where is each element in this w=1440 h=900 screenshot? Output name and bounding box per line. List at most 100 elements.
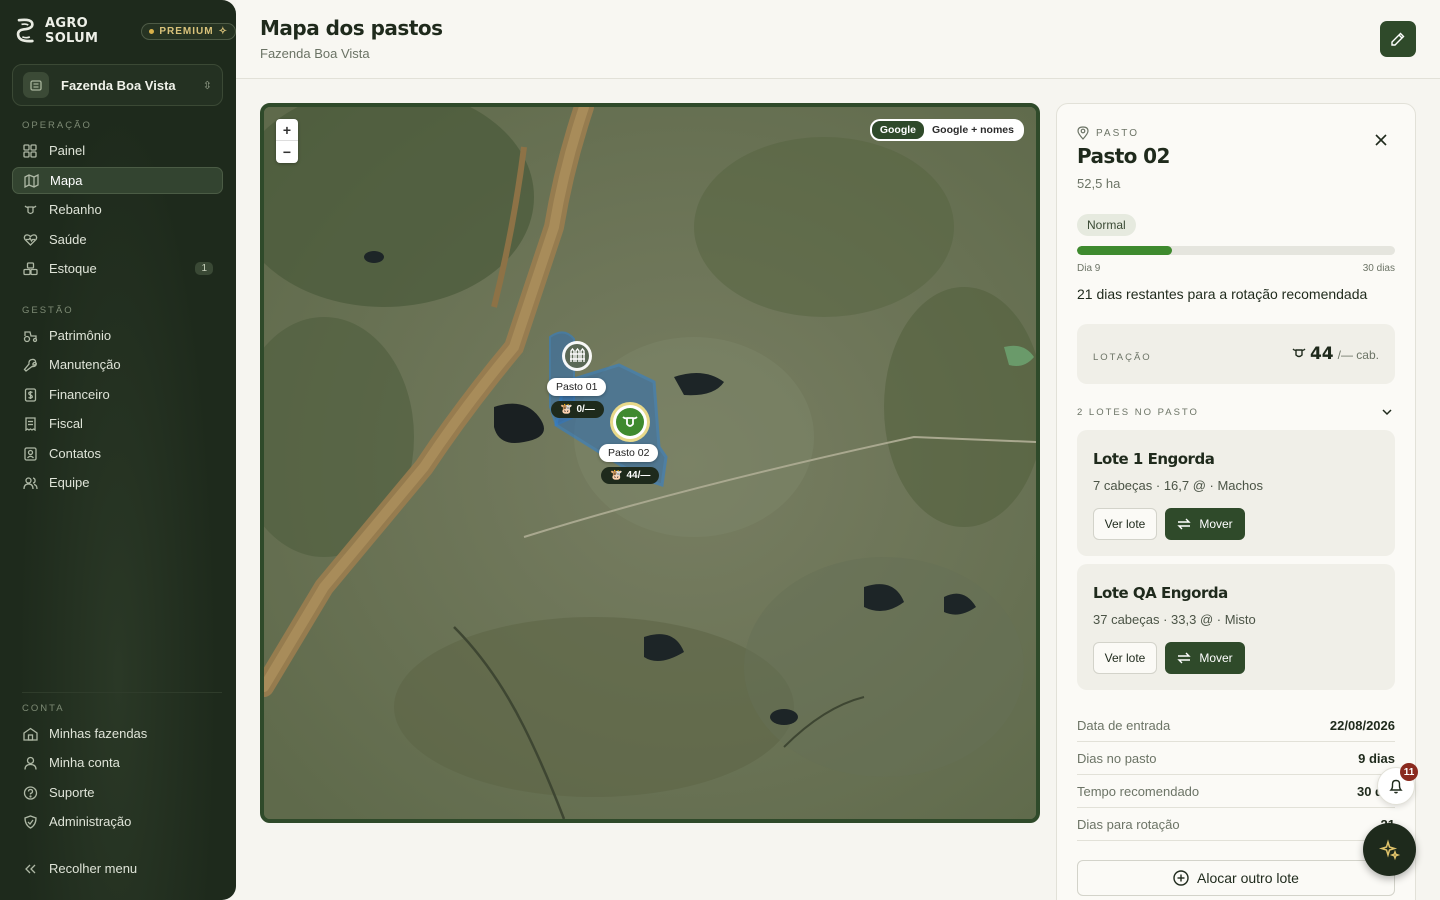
- lotes-section-label: 2 LOTES NO PASTO: [1077, 407, 1199, 418]
- sidebar-item-label: Contatos: [49, 446, 102, 461]
- page-title: Mapa dos pastos: [260, 16, 443, 40]
- users-icon: [22, 475, 38, 491]
- move-lote-button[interactable]: Mover: [1165, 508, 1245, 540]
- sidebar-item-label: Minha conta: [49, 755, 120, 770]
- map-pin-icon: [1077, 126, 1089, 140]
- lotes-section-header[interactable]: 2 LOTES NO PASTO: [1077, 407, 1395, 418]
- sidebar-item-label: Manutenção: [49, 357, 121, 372]
- allocate-lote-button[interactable]: Alocar outro lote: [1077, 860, 1395, 896]
- zoom-control: + −: [276, 119, 298, 163]
- contact-book-icon: [22, 446, 38, 462]
- brand[interactable]: AGRO SOLUM PREMIUM ✧: [14, 14, 236, 48]
- pasture-marker-pasto-02[interactable]: [609, 401, 651, 448]
- collapse-menu-button[interactable]: Recolher menu: [12, 855, 223, 882]
- pasture-count-value: 0/—: [576, 404, 595, 415]
- detail-key: Tempo recomendado: [1077, 783, 1200, 799]
- lote-name: Lote 1 Engorda: [1093, 450, 1215, 468]
- pasture-label: Pasto 01: [547, 378, 607, 396]
- collapse-menu-label: Recolher menu: [49, 861, 138, 876]
- view-lote-button[interactable]: Ver lote: [1093, 508, 1157, 540]
- sidebar-item-patrimonio[interactable]: Patrimônio: [12, 322, 223, 349]
- sidebar-item-minha-conta[interactable]: Minha conta: [12, 749, 223, 776]
- sidebar-item-manutencao[interactable]: Manutenção: [12, 351, 223, 378]
- chevron-updown-icon: ⇳: [202, 79, 212, 92]
- detail-key: Data de entrada: [1077, 717, 1171, 733]
- boxes-icon: [22, 261, 38, 277]
- sidebar-item-label: Equipe: [49, 475, 90, 490]
- lotacao-label: LOTAÇÃO: [1093, 352, 1152, 363]
- pasture-label: Pasto 02: [599, 444, 659, 462]
- layer-google-names-button[interactable]: Google + nomes: [924, 121, 1022, 139]
- zoom-in-button[interactable]: +: [276, 119, 298, 141]
- sidebar-item-label: Mapa: [50, 173, 83, 188]
- plus-circle-icon: [1173, 870, 1189, 886]
- sidebar-item-label: Suporte: [49, 785, 95, 800]
- satellite-imagery[interactable]: [264, 107, 1036, 819]
- notification-count-badge: 11: [1400, 763, 1418, 781]
- sidebar-item-painel[interactable]: Painel: [12, 137, 223, 164]
- pasture-detail-panel: PASTO Pasto 02 52,5 ha Normal Dia 9 30 d…: [1056, 103, 1416, 900]
- move-lote-label: Mover: [1199, 517, 1233, 531]
- lotacao-card: LOTAÇÃO 44 /— cab.: [1077, 324, 1395, 384]
- ai-assistant-button[interactable]: [1363, 823, 1416, 876]
- sidebar-item-rebanho[interactable]: Rebanho: [12, 196, 223, 223]
- premium-dot-icon: [149, 28, 155, 34]
- sidebar-item-minhas-fazendas[interactable]: Minhas fazendas: [12, 720, 223, 747]
- sidebar-item-equipe[interactable]: Equipe: [12, 469, 223, 496]
- fence-icon: [562, 341, 592, 371]
- lote-info: 37 cabeças · 33,3 @ · Misto: [1093, 612, 1256, 627]
- tractor-icon: [22, 328, 38, 344]
- sidebar-item-estoque[interactable]: Estoque 1: [12, 255, 223, 282]
- sidebar-item-mapa[interactable]: Mapa: [12, 167, 223, 194]
- swap-icon: [1177, 518, 1192, 530]
- close-panel-button[interactable]: [1373, 132, 1389, 148]
- chevrons-left-icon: [22, 861, 38, 877]
- detail-row-dias-pasto: Dias no pasto 9 dias: [1077, 742, 1395, 775]
- sidebar-item-suporte[interactable]: Suporte: [12, 779, 223, 806]
- edit-button[interactable]: [1380, 21, 1416, 57]
- sidebar-item-administracao[interactable]: Administração: [12, 808, 223, 835]
- progress-end-label: 30 dias: [1362, 263, 1395, 274]
- layer-google-button[interactable]: Google: [871, 121, 925, 139]
- allocate-lote-label: Alocar outro lote: [1197, 870, 1299, 886]
- sidebar-item-contatos[interactable]: Contatos: [12, 440, 223, 467]
- sidebar-item-label: Financeiro: [49, 387, 110, 402]
- detail-value: 9 dias: [1358, 750, 1395, 766]
- lotacao-value-group: 44 /— cab.: [1292, 344, 1379, 364]
- heart-pulse-icon: [22, 232, 38, 248]
- sparkles-icon: [1378, 838, 1400, 860]
- sidebar-item-label: Fiscal: [49, 416, 83, 431]
- receipt-icon: [22, 416, 38, 432]
- pasture-count: 🐮 0/—: [551, 401, 604, 418]
- pasture-area: 52,5 ha: [1077, 176, 1121, 191]
- lote-card: Lote QA Engorda 37 cabeças · 33,3 @ · Mi…: [1077, 564, 1395, 690]
- farm-selector[interactable]: Fazenda Boa Vista ⇳: [12, 64, 223, 106]
- lotacao-number: 44: [1309, 344, 1334, 364]
- sidebar-item-saude[interactable]: Saúde: [12, 226, 223, 253]
- move-lote-button[interactable]: Mover: [1165, 642, 1245, 674]
- premium-label: PREMIUM: [159, 25, 214, 37]
- progress-start-label: Dia 9: [1077, 263, 1101, 274]
- move-lote-label: Mover: [1199, 651, 1233, 665]
- chevron-down-icon: [1382, 409, 1392, 416]
- view-lote-button[interactable]: Ver lote: [1093, 642, 1157, 674]
- rotation-progress-fill: [1077, 246, 1173, 255]
- rotation-remaining-text: 21 dias restantes para a rotação recomen…: [1077, 286, 1368, 302]
- brand-logo-icon: [16, 18, 34, 43]
- nav-section-gestao: GESTÃO: [22, 305, 74, 316]
- zoom-out-button[interactable]: −: [276, 141, 298, 163]
- sidebar-item-label: Minhas fazendas: [49, 726, 148, 741]
- farm-icon: [23, 72, 49, 98]
- detail-row-tempo-recomendado: Tempo recomendado 30 d: [1077, 775, 1395, 808]
- sidebar-item-financeiro[interactable]: Financeiro: [12, 381, 223, 408]
- lotacao-unit: /— cab.: [1337, 348, 1379, 362]
- pasture-marker-pasto-01[interactable]: [561, 340, 593, 377]
- map-view[interactable]: + − Google Google + nomes Pasto 01 🐮 0/—…: [260, 103, 1040, 823]
- help-circle-icon: [22, 785, 38, 801]
- estoque-count-badge: 1: [195, 262, 213, 275]
- sidebar-item-fiscal[interactable]: Fiscal: [12, 410, 223, 437]
- close-icon: [1375, 134, 1387, 146]
- sidebar-item-label: Painel: [49, 143, 86, 158]
- rotation-progress-bar: [1077, 246, 1395, 255]
- status-badge: Normal: [1077, 214, 1136, 236]
